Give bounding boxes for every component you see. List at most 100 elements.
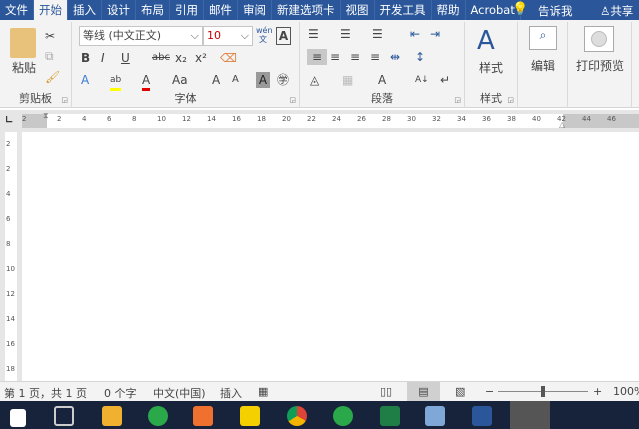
- line-spacing-icon[interactable]: ↕: [415, 49, 425, 65]
- excel-icon[interactable]: [380, 406, 400, 426]
- styles-button[interactable]: 样式: [473, 60, 509, 76]
- superscript-button[interactable]: x²: [195, 50, 207, 66]
- word-count[interactable]: 0 个字: [104, 385, 137, 401]
- evernote-icon-2[interactable]: [333, 406, 353, 426]
- tell-me-button[interactable]: 告诉我: [538, 3, 573, 19]
- shrink-font-button[interactable]: A: [232, 72, 239, 88]
- zoom-out-button[interactable]: −: [485, 385, 494, 398]
- editing-button[interactable]: 编辑: [523, 58, 563, 74]
- clear-format-icon[interactable]: ⌫: [220, 50, 237, 66]
- ruler-number: 24: [332, 115, 341, 123]
- tab-11[interactable]: 帮助: [432, 0, 466, 20]
- chinese-layout-icon[interactable]: A: [378, 72, 386, 88]
- start-icon[interactable]: [10, 409, 26, 427]
- tab-4[interactable]: 布局: [136, 0, 170, 20]
- tab-6[interactable]: 邮件: [204, 0, 238, 20]
- font-label: 字体: [174, 92, 197, 105]
- print-preview-button[interactable]: 打印预览: [570, 58, 630, 74]
- subscript-button[interactable]: x₂: [175, 50, 187, 66]
- tab-5[interactable]: 引用: [170, 0, 204, 20]
- sort-icon[interactable]: A↓: [415, 72, 429, 88]
- dialog-launcher-icon[interactable]: ◲: [61, 96, 68, 104]
- font-name-combo[interactable]: 等线 (中文正文) ⌵: [79, 26, 203, 46]
- document-page[interactable]: [22, 132, 639, 381]
- italic-button[interactable]: I: [101, 50, 105, 66]
- chrome-icon[interactable]: [287, 406, 307, 426]
- show-marks-icon[interactable]: ↵: [440, 72, 450, 88]
- paste-icon[interactable]: [10, 28, 36, 58]
- clipboard-group: 粘贴 ✂ ⧉ 🖌 剪贴板 ◲: [0, 22, 72, 108]
- highlight-icon[interactable]: ab: [110, 72, 122, 91]
- char-shading-icon[interactable]: A: [256, 72, 270, 88]
- text-effects-icon[interactable]: A: [81, 72, 89, 88]
- align-right-icon[interactable]: ≡: [350, 49, 360, 65]
- tab-10[interactable]: 开发工具: [375, 0, 432, 20]
- zoom-in-button[interactable]: +: [593, 385, 602, 398]
- underline-button[interactable]: U: [121, 50, 130, 66]
- multilevel-list-icon[interactable]: ☰: [372, 26, 383, 42]
- share-button[interactable]: ♙共享: [600, 3, 633, 19]
- print-preview-icon[interactable]: [584, 26, 614, 52]
- bullets-icon[interactable]: ☰: [308, 26, 319, 42]
- grow-font-button[interactable]: A: [212, 72, 220, 88]
- tab-2[interactable]: 插入: [68, 0, 102, 20]
- tab-7[interactable]: 审阅: [238, 0, 272, 20]
- sticky-notes-icon[interactable]: [240, 406, 260, 426]
- tab-3[interactable]: 设计: [102, 0, 136, 20]
- eraser-app-icon[interactable]: [193, 406, 213, 426]
- strikethrough-button[interactable]: abc: [152, 50, 170, 66]
- align-left-icon[interactable]: ≡: [307, 49, 327, 65]
- ruler-number: 18: [257, 115, 266, 123]
- word-icon[interactable]: [472, 406, 492, 426]
- tab-0[interactable]: 文件: [0, 0, 34, 20]
- decrease-indent-icon[interactable]: ⇤: [410, 26, 420, 42]
- task-view-icon[interactable]: [54, 406, 74, 426]
- shading-icon[interactable]: ◬: [310, 72, 319, 88]
- macro-icon[interactable]: ▦: [258, 385, 268, 398]
- editing-group: ⌕ 编辑: [518, 22, 568, 108]
- right-indent-marker[interactable]: △: [559, 120, 565, 129]
- print-layout-icon[interactable]: ▤: [407, 382, 440, 401]
- copy-icon[interactable]: ⧉: [45, 48, 54, 64]
- tab-8[interactable]: 新建选项卡: [272, 0, 341, 20]
- font-color-button[interactable]: A: [142, 72, 151, 91]
- zoom-level[interactable]: 100%: [613, 385, 639, 398]
- phonetic-guide-button[interactable]: wén 文: [256, 26, 273, 44]
- numbering-icon[interactable]: ☰: [340, 26, 351, 42]
- dialog-launcher-icon[interactable]: ◲: [507, 96, 514, 104]
- insert-mode[interactable]: 插入: [220, 385, 242, 401]
- styles-icon[interactable]: A: [477, 26, 495, 56]
- language[interactable]: 中文(中国): [153, 385, 206, 401]
- justify-icon[interactable]: ≡: [370, 49, 380, 65]
- change-case-button[interactable]: Aa: [172, 72, 188, 88]
- evernote-icon[interactable]: [148, 406, 168, 426]
- cut-icon[interactable]: ✂: [45, 28, 55, 44]
- page-count[interactable]: 第 1 页，共 1 页: [4, 385, 87, 401]
- tab-9[interactable]: 视图: [341, 0, 375, 20]
- indent-marker[interactable]: ⧗: [43, 111, 49, 121]
- screen-capture-icon[interactable]: [510, 401, 550, 429]
- enclose-char-icon[interactable]: ㊫: [277, 72, 289, 88]
- char-border-button[interactable]: A: [276, 27, 291, 45]
- web-layout-icon[interactable]: ▧: [455, 385, 465, 398]
- tab-1[interactable]: 开始: [34, 0, 68, 20]
- ruler-number: 40: [532, 115, 541, 123]
- lightbulb-icon[interactable]: 💡: [512, 2, 528, 17]
- file-explorer-icon[interactable]: [102, 406, 122, 426]
- increase-indent-icon[interactable]: ⇥: [430, 26, 440, 42]
- dialog-launcher-icon[interactable]: ◲: [454, 96, 461, 104]
- dialog-launcher-icon[interactable]: ◲: [289, 96, 296, 104]
- read-mode-icon[interactable]: ▯▯: [380, 385, 392, 398]
- tab-selector-icon[interactable]: ∟: [5, 115, 13, 126]
- zoom-slider-thumb[interactable]: [541, 386, 545, 397]
- borders-icon[interactable]: ▦: [342, 72, 353, 88]
- ruler-number: 32: [432, 115, 441, 123]
- format-painter-icon[interactable]: 🖌: [45, 69, 60, 85]
- search-icon[interactable]: ⌕: [529, 26, 557, 50]
- app-icon[interactable]: [425, 406, 445, 426]
- bold-button[interactable]: B: [81, 50, 90, 66]
- align-center-icon[interactable]: ≡: [330, 49, 340, 65]
- distributed-icon[interactable]: ⇹: [390, 49, 400, 65]
- paste-button[interactable]: 粘贴: [6, 60, 42, 76]
- font-size-combo[interactable]: 10 ⌵: [203, 26, 253, 46]
